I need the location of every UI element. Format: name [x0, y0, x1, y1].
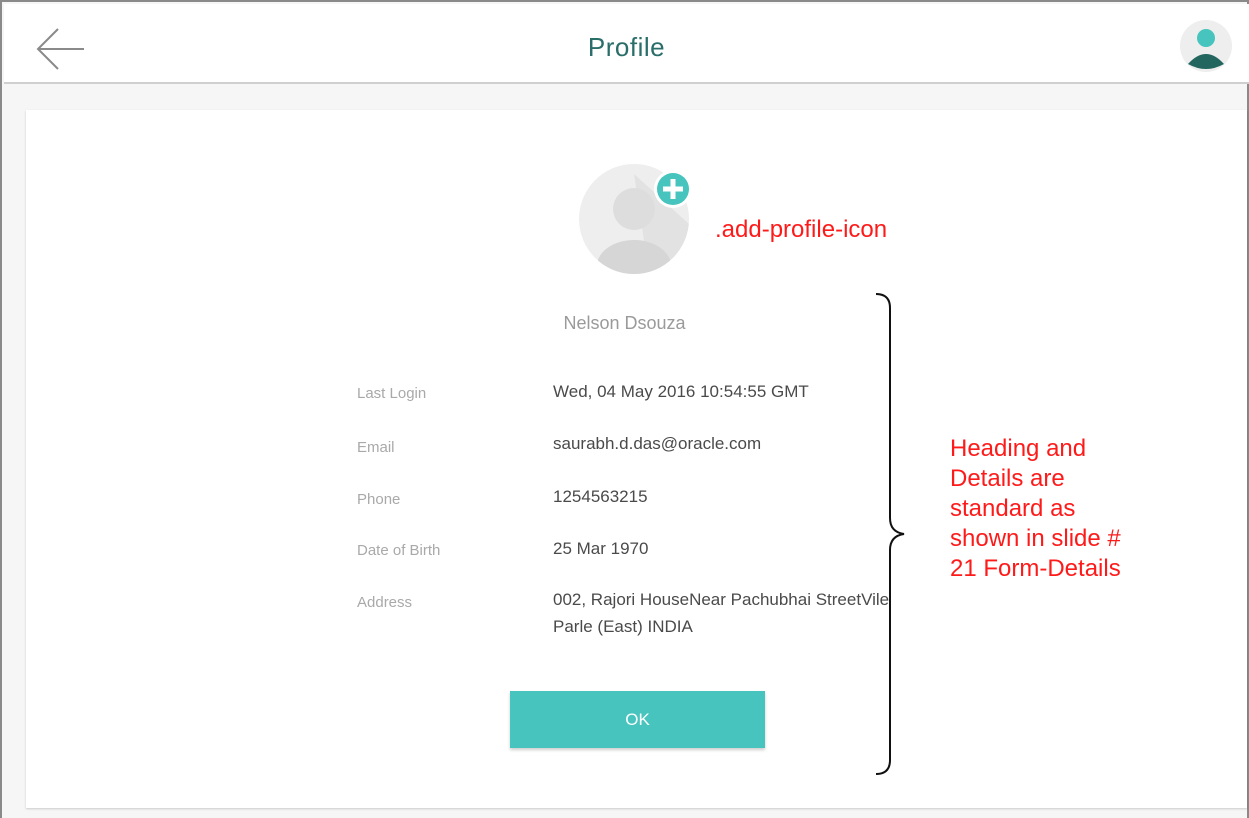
phone-value: 1254563215: [553, 487, 648, 506]
dob-value: 25 Mar 1970: [553, 539, 649, 558]
address-value: 002, Rajori HouseNear Pachubhai StreetVi…: [553, 590, 890, 636]
dob-label: Date of Birth: [357, 542, 441, 559]
user-avatar-button[interactable]: [1180, 20, 1232, 72]
page-title: Profile: [587, 32, 666, 62]
last-login-label: Last Login: [357, 385, 427, 402]
last-login-value: Wed, 04 May 2016 10:54:55 GMT: [553, 382, 809, 401]
email-value: saurabh.d.das@oracle.com: [553, 434, 762, 453]
email-label: Email: [357, 439, 395, 456]
annotation-add-profile-icon: .add-profile-icon: [715, 216, 888, 243]
address-label: Address: [357, 594, 413, 611]
profile-name-text: Nelson Dsouza: [563, 313, 686, 333]
top-bar: Profile: [4, 4, 1249, 84]
annotation-heading-details: Heading and Details are standard as show…: [950, 435, 1121, 582]
app-frame: Profile Nelson Dsouza Last Login Wed, 04…: [0, 0, 1249, 818]
add-profile-button[interactable]: [654, 170, 692, 208]
plus-circle-icon: [654, 170, 692, 208]
phone-label: Phone: [357, 491, 401, 508]
curly-brace: [875, 293, 905, 775]
profile-name: Nelson Dsouza: [26, 313, 1247, 334]
ok-button[interactable]: OK: [510, 691, 765, 748]
user-avatar-icon: [1180, 20, 1232, 72]
